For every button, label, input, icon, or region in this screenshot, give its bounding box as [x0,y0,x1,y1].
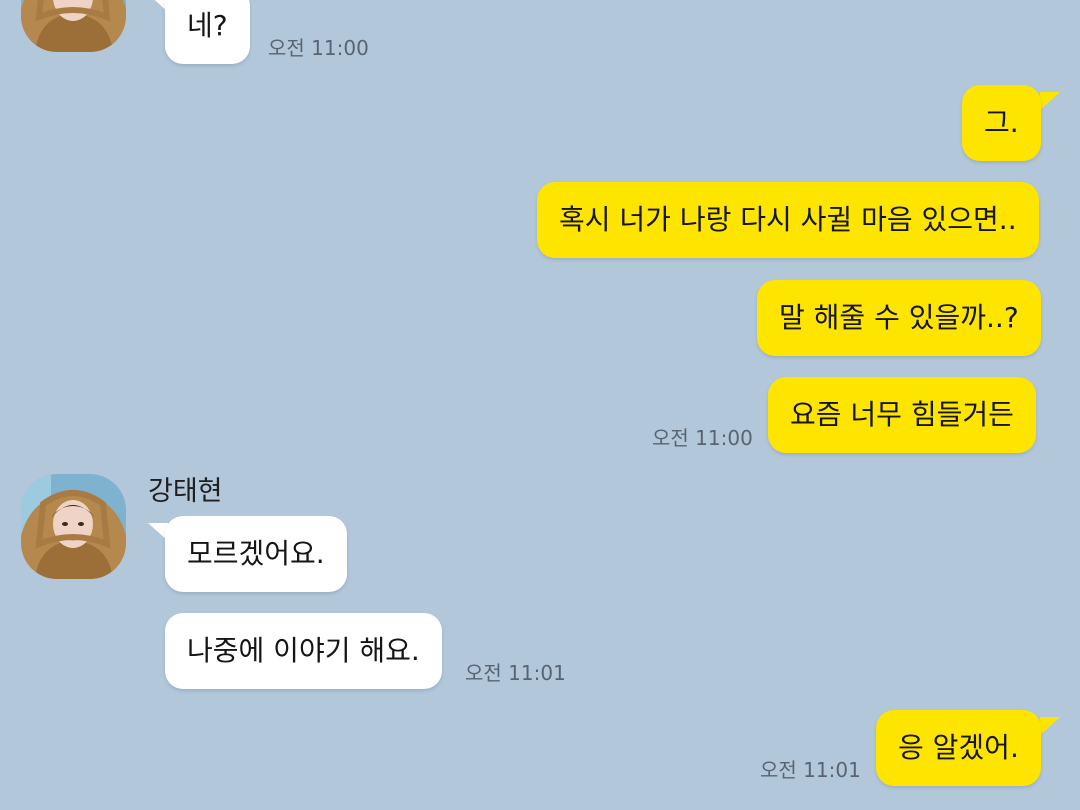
sender-name: 강태현 [148,476,223,507]
avatar-image [21,0,126,52]
message-timestamp: 오전 11:01 [760,758,861,782]
message-bubble-received[interactable]: 나중에 이야기 해요. [165,613,442,689]
message-bubble-received[interactable]: 네? [165,0,250,64]
message-timestamp: 오전 11:01 [465,661,566,685]
message-bubble-received[interactable]: 모르겠어요. [165,516,347,592]
contact-avatar[interactable] [21,0,126,52]
avatar-image [21,474,126,579]
message-timestamp: 오전 11:00 [268,36,369,60]
bubble-tail [1040,717,1060,735]
message-bubble-sent[interactable]: 그. [962,85,1041,161]
message-timestamp: 오전 11:00 [652,426,753,450]
message-bubble-sent[interactable]: 요즘 너무 힘들거든 [768,377,1036,453]
message-bubble-sent[interactable]: 말 해줄 수 있을까..? [757,280,1041,356]
message-bubble-sent[interactable]: 혹시 너가 나랑 다시 사귈 마음 있으면.. [537,182,1039,258]
message-bubble-sent[interactable]: 응 알겠어. [876,710,1041,786]
bubble-tail [1040,92,1060,110]
contact-avatar[interactable] [21,474,126,579]
